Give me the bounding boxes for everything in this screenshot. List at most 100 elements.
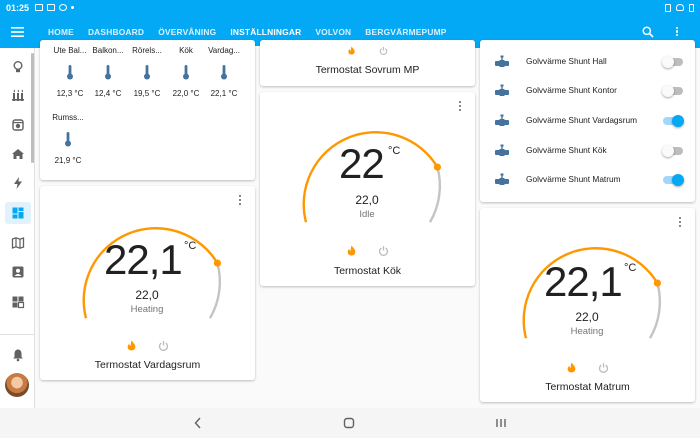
valve-icon xyxy=(495,84,509,96)
dial-handle[interactable] xyxy=(433,163,441,171)
sidebar-item-camera[interactable] xyxy=(5,114,31,136)
valve-icon xyxy=(495,55,509,67)
switch-toggle[interactable] xyxy=(662,56,684,68)
fire-icon xyxy=(567,362,575,372)
sensor-item[interactable]: Rörels... 19,5 °C xyxy=(127,46,167,98)
dot-icon xyxy=(71,6,75,9)
power-icon xyxy=(379,46,387,55)
sensor-item[interactable]: Rumss... 21,9 °C xyxy=(48,113,88,165)
dial-track-arc xyxy=(648,282,662,339)
sidebar-item-lights[interactable] xyxy=(5,56,31,78)
sidebar-item-dashboard[interactable] xyxy=(5,202,31,224)
wifi-icon xyxy=(676,4,684,11)
sensor-item[interactable]: Ute Bal... 12,3 °C xyxy=(50,46,90,98)
switch-toggle[interactable] xyxy=(662,115,684,127)
thermometer-icon xyxy=(183,65,189,80)
fire-icon xyxy=(347,245,355,255)
sensor-item[interactable]: Vardag... 22,1 °C xyxy=(204,46,244,98)
switch-label: Golvvärme Shunt Kontor xyxy=(526,85,617,95)
account-box-icon xyxy=(12,266,24,278)
heat-mode-button[interactable] xyxy=(564,360,578,374)
thermostat-name: Termostat Vardagsrum xyxy=(94,359,201,371)
power-icon xyxy=(378,245,388,256)
bell-icon xyxy=(13,349,23,362)
switch-toggle[interactable] xyxy=(662,85,684,97)
shunt-switches-card: Golvvärme Shunt Hall Golvvärme Shunt Kon… xyxy=(480,40,695,202)
off-mode-button[interactable] xyxy=(596,360,610,374)
status-bar: 01:25 xyxy=(0,0,700,15)
sidebar-item-logbook[interactable] xyxy=(5,261,31,283)
card-menu-icon[interactable] xyxy=(235,193,245,207)
switch-label: Golvvärme Shunt Vardagsrum xyxy=(526,115,637,125)
target-temperature: 22,0 xyxy=(135,288,159,302)
temperature-unit: °C xyxy=(184,240,197,252)
switch-row: Golvvärme Shunt Kök xyxy=(480,136,696,166)
thermometer-icon xyxy=(105,65,111,80)
off-mode-button[interactable] xyxy=(376,243,390,257)
fire-icon xyxy=(127,340,135,350)
security-camera-icon xyxy=(12,119,24,131)
more-options-icon[interactable] xyxy=(672,25,682,39)
switch-row: Golvvärme Shunt Matrum xyxy=(480,165,696,195)
sidebar-item-home[interactable] xyxy=(5,143,31,165)
temperature-unit: °C xyxy=(624,262,637,274)
battery-icon xyxy=(689,3,694,12)
valve-icon xyxy=(495,173,509,185)
thermometer-icon xyxy=(221,65,227,80)
fire-icon xyxy=(347,45,355,55)
dial-handle[interactable] xyxy=(213,259,221,267)
switch-row: Golvvärme Shunt Kontor xyxy=(480,76,696,106)
sidebar-item-energy[interactable] xyxy=(5,172,31,194)
hamburger-icon xyxy=(11,26,24,37)
dial-track-arc xyxy=(428,166,442,223)
card-menu-icon[interactable] xyxy=(675,215,685,229)
sidebar-item-map[interactable] xyxy=(5,232,31,254)
sidebar-item-overview[interactable] xyxy=(5,291,31,313)
sensor-item[interactable]: Balkon... 12,4 °C xyxy=(88,46,128,98)
view-dashboard-icon xyxy=(12,296,25,309)
back-icon[interactable] xyxy=(193,417,203,429)
switch-toggle[interactable] xyxy=(662,145,684,157)
valve-icon xyxy=(495,144,509,156)
heat-mode-button[interactable] xyxy=(344,43,358,57)
thermostat-card-vardagsrum: 22,1 °C 22,0 Heating Termostat Vardagsru… xyxy=(40,186,255,380)
home-button-icon[interactable] xyxy=(343,417,355,429)
card-menu-icon[interactable] xyxy=(455,99,465,113)
switch-label: Golvvärme Shunt Hall xyxy=(526,56,607,66)
search-icon[interactable] xyxy=(642,25,654,38)
recent-apps-icon[interactable] xyxy=(495,417,507,429)
current-temperature: 22,1 xyxy=(544,258,623,305)
off-mode-button[interactable] xyxy=(156,338,170,352)
switch-label: Golvvärme Shunt Kök xyxy=(526,145,607,155)
battery-saver-icon xyxy=(665,3,671,12)
lightbulb-icon xyxy=(13,61,23,73)
off-mode-button[interactable] xyxy=(376,43,390,57)
thermostat-name: Termostat Matrum xyxy=(545,381,630,393)
sidebar-scrollbar[interactable] xyxy=(31,53,34,163)
thermostat-name: Termostat Sovrum MP xyxy=(315,64,420,76)
status-time: 01:25 xyxy=(6,2,30,13)
current-temperature: 22,1 xyxy=(104,236,183,283)
thermostat-name: Termostat Kök xyxy=(333,265,402,277)
dial-handle[interactable] xyxy=(653,279,661,287)
thermostat-card-kok: 22 °C 22,0 Idle Termostat Kök xyxy=(260,92,475,286)
temperature-unit: °C xyxy=(388,145,401,157)
hvac-action: Heating xyxy=(570,326,604,337)
target-temperature: 22,0 xyxy=(355,193,379,207)
sensor-item[interactable]: Kök 22,0 °C xyxy=(166,46,206,98)
heat-mode-button[interactable] xyxy=(344,243,358,257)
map-icon xyxy=(11,237,25,249)
power-icon xyxy=(158,340,168,351)
menu-button[interactable] xyxy=(0,15,35,48)
mail-icon xyxy=(35,4,44,11)
avatar[interactable] xyxy=(5,373,29,397)
thermometer-icon xyxy=(65,132,71,147)
sidebar-item-notifications[interactable] xyxy=(5,344,31,366)
sidebar xyxy=(0,48,35,408)
sidebar-item-heating[interactable] xyxy=(5,85,31,107)
thermostat-card-sovrum: Termostat Sovrum MP xyxy=(260,40,475,86)
sync-icon xyxy=(59,4,68,11)
thermometer-icon xyxy=(67,65,73,80)
heat-mode-button[interactable] xyxy=(124,338,138,352)
switch-toggle[interactable] xyxy=(662,174,684,186)
